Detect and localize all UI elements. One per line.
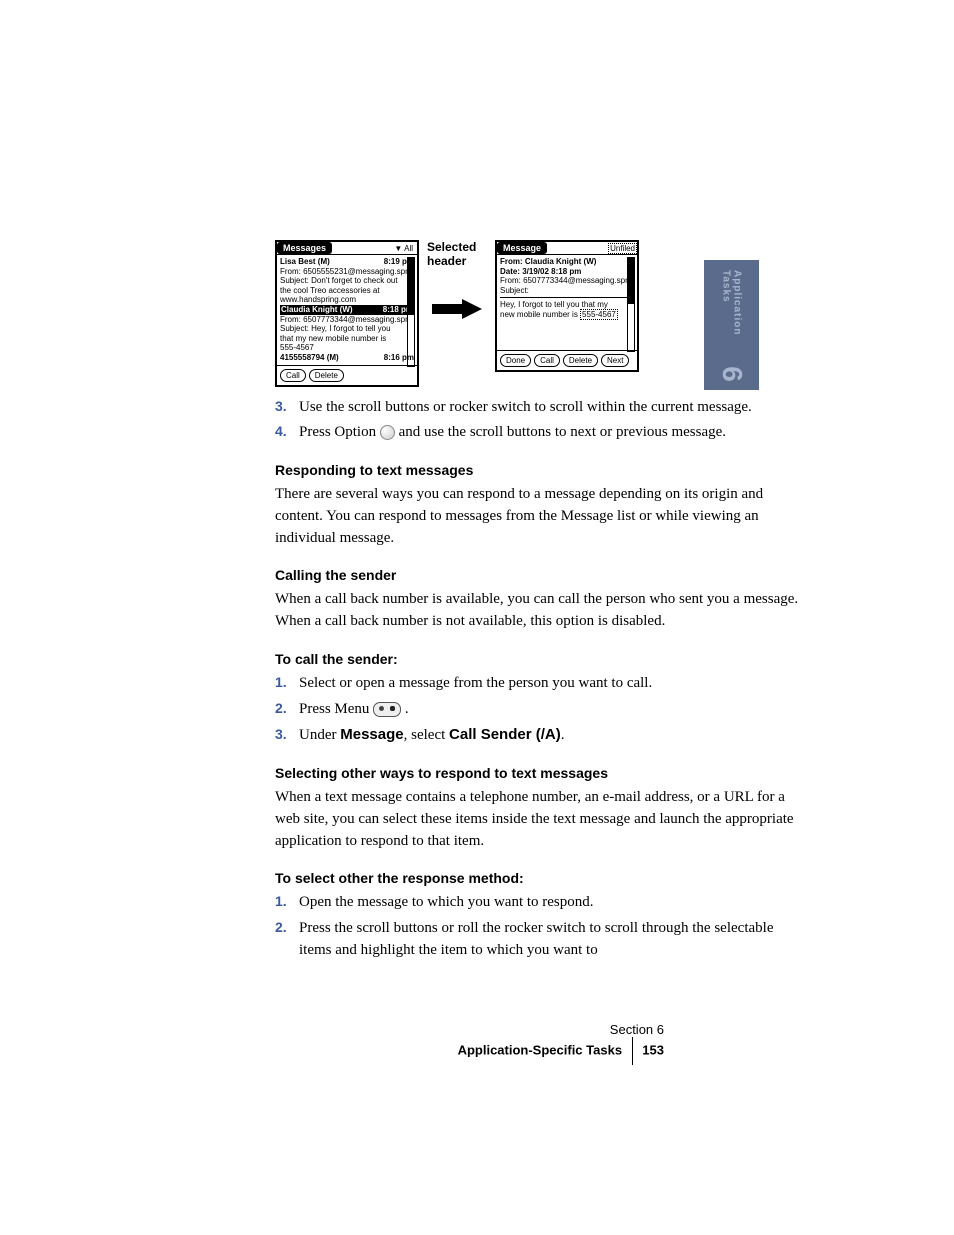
step-number: 1. bbox=[275, 674, 299, 690]
next-button[interactable]: Next bbox=[601, 354, 629, 367]
heading-selecting: Selecting other ways to respond to text … bbox=[275, 765, 804, 781]
paragraph: When a text message contains a telephone… bbox=[275, 787, 804, 852]
call-button[interactable]: Call bbox=[280, 369, 306, 382]
paragraph: When a call back number is available, yo… bbox=[275, 589, 804, 633]
category-dropdown[interactable]: Unfiled bbox=[608, 243, 637, 254]
heading-responding: Responding to text messages bbox=[275, 462, 804, 478]
heading-calling: Calling the sender bbox=[275, 567, 804, 583]
page-number: 153 bbox=[642, 1042, 664, 1057]
list-item: 1. Open the message to which you want to… bbox=[275, 892, 804, 914]
list-item: 3. Under Message, select Call Sender (/A… bbox=[275, 724, 804, 747]
msg-name[interactable]: 4155558794 (M) bbox=[280, 353, 339, 363]
detail-date: Date: 3/19/02 8:18 pm bbox=[500, 267, 581, 276]
msg-subject: Subject: Hey, I forgot to tell you bbox=[280, 324, 414, 334]
msg-name[interactable]: Lisa Best (M) bbox=[280, 257, 330, 267]
done-button[interactable]: Done bbox=[500, 354, 531, 367]
step-text: Press Option and use the scroll buttons … bbox=[299, 422, 804, 444]
scrollbar[interactable] bbox=[627, 257, 635, 352]
step-number: 1. bbox=[275, 893, 299, 909]
arrow-icon bbox=[427, 299, 487, 319]
heading-to-call: To call the sender: bbox=[275, 651, 804, 667]
paragraph: There are several ways you can respond t… bbox=[275, 484, 804, 549]
page-footer: Section 6 Application-Specific Tasks 153 bbox=[458, 1022, 664, 1065]
list-item: 3. Use the scroll buttons or rocker swit… bbox=[275, 397, 804, 419]
option-key-icon bbox=[380, 425, 395, 440]
msg-line: the cool Treo accessories at bbox=[280, 286, 414, 296]
detail-from: From: Claudia Knight (W) bbox=[500, 257, 596, 266]
side-tab-chapter: 6 bbox=[715, 366, 747, 382]
msg-from: From: 6507773344@messaging.spr bbox=[280, 315, 414, 325]
delete-button[interactable]: Delete bbox=[309, 369, 344, 382]
step-number: 2. bbox=[275, 919, 299, 935]
menu-key-icon bbox=[373, 702, 401, 717]
list-item: 2. Press the scroll buttons or roll the … bbox=[275, 918, 804, 962]
step-number: 2. bbox=[275, 700, 299, 716]
call-button[interactable]: Call bbox=[534, 354, 560, 367]
step-text: Open the message to which you want to re… bbox=[299, 892, 804, 914]
step-number: 4. bbox=[275, 423, 299, 439]
detail-subject: Subject: bbox=[500, 286, 634, 296]
selected-header[interactable]: Claudia Knight (W)8:18 pm bbox=[280, 305, 414, 315]
footer-section: Section 6 bbox=[458, 1022, 664, 1037]
list-item: 2. Press Menu . bbox=[275, 699, 804, 721]
screen-message-detail: Message Unfiled From: Claudia Knight (W)… bbox=[495, 240, 639, 372]
msg-line: that my new mobile number is bbox=[280, 334, 414, 344]
list-item: 4. Press Option and use the scroll butto… bbox=[275, 422, 804, 444]
step-text: Press the scroll buttons or roll the roc… bbox=[299, 918, 804, 962]
msg-name: Claudia Knight (W) bbox=[281, 305, 353, 315]
detail-from2: From: 6507773344@messaging.spr bbox=[500, 276, 634, 286]
selectable-number[interactable]: 555-4567 bbox=[580, 309, 618, 320]
detail-body: new mobile number is 555-4567 bbox=[500, 310, 634, 320]
step-text: Press Menu . bbox=[299, 699, 804, 721]
step-text: Use the scroll buttons or rocker switch … bbox=[299, 397, 804, 419]
list-item: 1. Select or open a message from the per… bbox=[275, 673, 804, 695]
step-number: 3. bbox=[275, 726, 299, 742]
callout: Selected header bbox=[427, 240, 487, 319]
screen-title: Messages bbox=[277, 242, 332, 254]
screen-title: Message bbox=[497, 242, 547, 254]
msg-from: From: 6505555231@messaging.spr bbox=[280, 267, 414, 277]
footer-separator bbox=[632, 1037, 633, 1065]
scrollbar[interactable] bbox=[407, 257, 415, 367]
side-tab: Application Tasks 6 bbox=[704, 260, 759, 390]
callout-label: Selected header bbox=[427, 240, 487, 269]
category-dropdown[interactable]: ▼ All bbox=[394, 244, 417, 253]
screen-messages: Messages ▼ All Lisa Best (M)8:19 pm From… bbox=[275, 240, 419, 387]
step-text: Select or open a message from the person… bbox=[299, 673, 804, 695]
delete-button[interactable]: Delete bbox=[563, 354, 598, 367]
step-text: Under Message, select Call Sender (/A). bbox=[299, 724, 804, 747]
msg-line: 555-4567 bbox=[280, 343, 414, 353]
heading-to-select: To select other the response method: bbox=[275, 870, 804, 886]
msg-subject: Subject: Don't forget to check out bbox=[280, 276, 414, 286]
side-tab-label: Application Tasks bbox=[721, 270, 743, 340]
step-number: 3. bbox=[275, 398, 299, 414]
footer-title: Application-Specific Tasks bbox=[458, 1042, 622, 1057]
msg-line: www.handspring.com bbox=[280, 295, 414, 305]
